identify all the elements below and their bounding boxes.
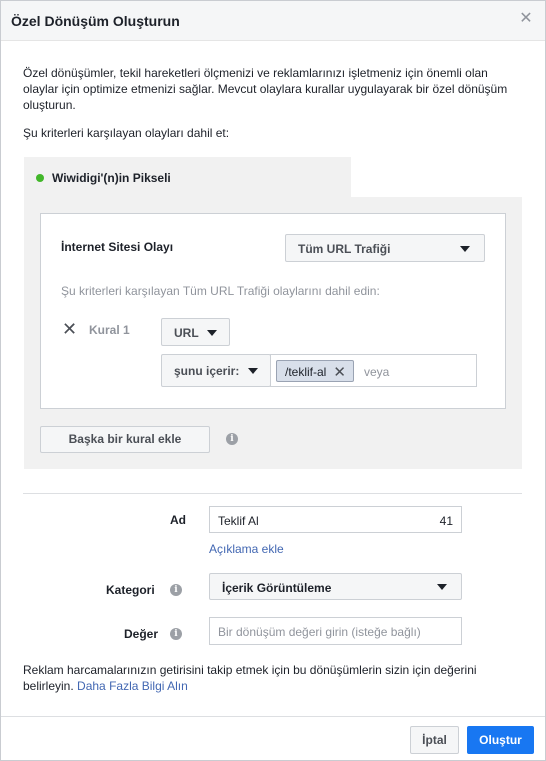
field-select-value: URL xyxy=(174,326,199,340)
pixel-tab: Wiwidigi'(n)in Pikseli xyxy=(24,157,351,197)
info-icon[interactable]: i xyxy=(170,628,182,640)
dialog-header: Özel Dönüşüm Oluşturun ✕ xyxy=(1,1,545,41)
token-placeholder: veya xyxy=(364,365,390,379)
caret-down-icon xyxy=(437,584,447,590)
status-dot-icon xyxy=(36,174,44,182)
operator-select-value: şunu içerir: xyxy=(174,364,240,378)
remove-rule-icon[interactable]: ✕ xyxy=(62,320,77,338)
event-select[interactable]: Tüm URL Trafiği xyxy=(285,234,485,262)
caret-down-icon xyxy=(248,368,258,374)
caret-down-icon xyxy=(460,246,470,252)
name-label: Ad xyxy=(170,513,186,527)
value-input[interactable]: Bir dönüşüm değeri girin (isteğe bağlı) xyxy=(209,617,462,645)
section-divider xyxy=(23,493,522,494)
rule-hint: Şu kriterleri karşılayan Tüm URL Trafiği… xyxy=(61,284,380,298)
name-input-value: Teklif Al xyxy=(218,514,259,528)
create-button[interactable]: Oluştur xyxy=(467,726,534,754)
cancel-button[interactable]: İptal xyxy=(410,726,459,754)
custom-conversion-dialog: Özel Dönüşüm Oluşturun ✕ Özel dönüşümler… xyxy=(0,0,546,761)
event-select-value: Tüm URL Trafiği xyxy=(298,242,391,256)
value-label: Değer xyxy=(124,627,159,641)
info-icon[interactable]: i xyxy=(170,584,182,596)
url-token: /teklif-al ✕ xyxy=(276,360,354,382)
footer-divider xyxy=(1,716,545,717)
field-select[interactable]: URL xyxy=(161,318,230,346)
intro-text: Özel dönüşümler, tekil hareketleri ölçme… xyxy=(23,66,508,112)
learn-more-link[interactable]: Daha Fazla Bilgi Alın xyxy=(77,679,188,693)
dialog-title: Özel Dönüşüm Oluşturun xyxy=(11,13,180,29)
char-counter: 41 xyxy=(439,514,453,528)
info-icon[interactable]: i xyxy=(226,433,238,445)
url-token-label: /teklif-al xyxy=(285,365,327,379)
pixel-name: Wiwidigi'(n)in Pikseli xyxy=(52,171,171,185)
rule-label: Kural 1 xyxy=(89,323,130,337)
add-rule-button[interactable]: Başka bir kural ekle xyxy=(40,426,210,453)
url-token-input[interactable]: /teklif-al ✕ veya xyxy=(270,354,477,387)
value-input-placeholder: Bir dönüşüm değeri girin (isteğe bağlı) xyxy=(218,625,421,639)
category-select[interactable]: İçerik Görüntüleme xyxy=(209,573,462,600)
remove-token-icon[interactable]: ✕ xyxy=(333,363,346,381)
event-label: İnternet Sitesi Olayı xyxy=(61,240,174,254)
criteria-label: Şu kriterleri karşılayan olayları dahil … xyxy=(23,126,230,140)
footer-note: Reklam harcamalarınızın getirisini takip… xyxy=(23,662,523,694)
close-icon[interactable]: ✕ xyxy=(519,11,533,27)
category-select-value: İçerik Görüntüleme xyxy=(222,581,332,595)
caret-down-icon xyxy=(207,330,217,336)
add-description-link[interactable]: Açıklama ekle xyxy=(209,542,284,556)
operator-select[interactable]: şunu içerir: xyxy=(161,354,271,387)
category-label: Kategori xyxy=(106,583,155,597)
name-input[interactable]: Teklif Al 41 xyxy=(209,506,462,533)
